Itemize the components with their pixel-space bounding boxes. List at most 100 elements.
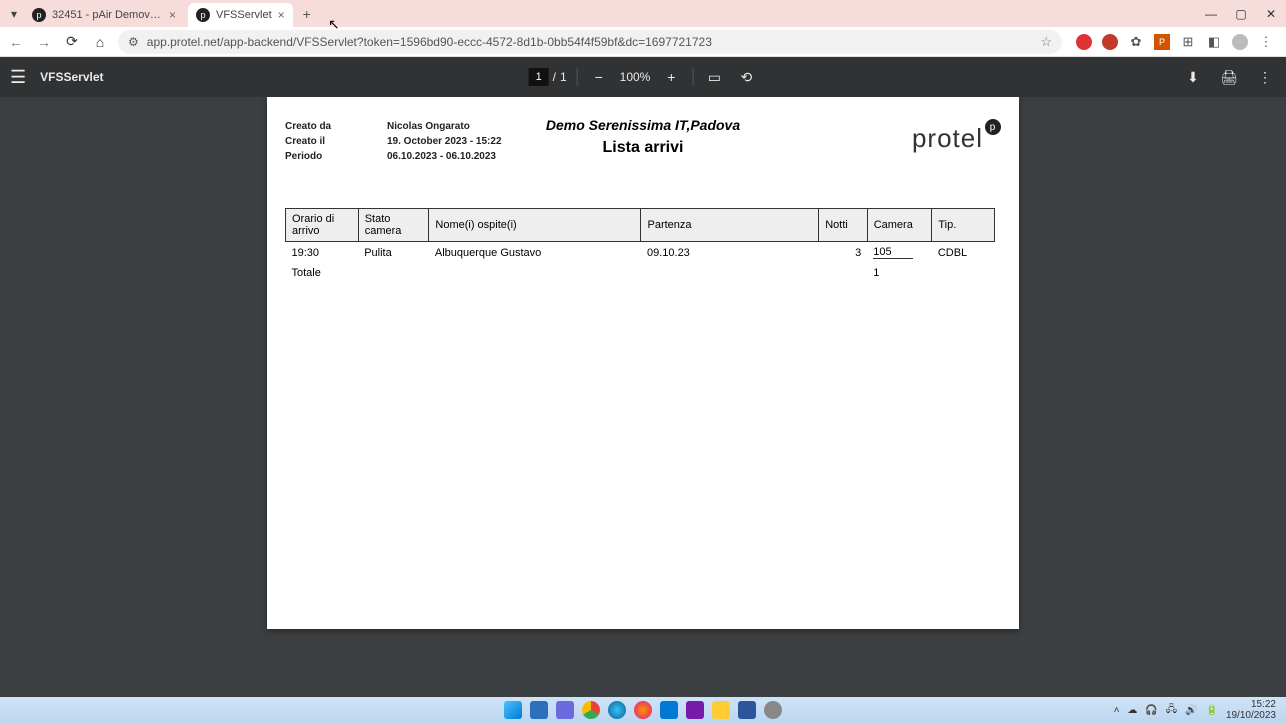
col-orario: Orario di arrivo [286, 209, 359, 242]
tray-date: 19/10/2023 [1226, 710, 1276, 721]
download-button[interactable]: ⬇ [1182, 66, 1204, 88]
taskbar-explorer-icon[interactable] [712, 701, 730, 719]
col-notti: Notti [819, 209, 867, 242]
logo-text: protel [912, 123, 983, 154]
extensions-button[interactable]: ⊞ [1180, 34, 1196, 50]
col-camera: Camera [867, 209, 932, 242]
close-icon[interactable]: × [169, 8, 176, 22]
cell-camera-value: 105 [873, 246, 913, 259]
zoom-value: 100% [620, 70, 651, 84]
meta-key: Creato il [285, 136, 387, 147]
tray-time: 15:22 [1226, 699, 1276, 710]
report-title: Lista arrivi [546, 139, 740, 157]
chrome-menu-button[interactable]: ⋮ [1258, 34, 1274, 50]
taskbar-app-icon[interactable] [556, 701, 574, 719]
taskbar-edge-icon[interactable] [608, 701, 626, 719]
tab-favicon: p [196, 8, 210, 22]
print-button[interactable]: 🖨 [1218, 66, 1240, 88]
more-actions-button[interactable]: ⋮ [1254, 66, 1276, 88]
cell-notti: 3 [819, 242, 867, 264]
reload-button[interactable]: ⟳ [62, 33, 82, 50]
tray-chevron-icon[interactable]: ˄ [1114, 705, 1120, 716]
close-window-button[interactable]: ✕ [1256, 0, 1286, 27]
system-tray: ˄ ☁ 🎧 🖧 🔊 🔋 15:22 19/10/2023 [1114, 699, 1286, 721]
taskbar-app-icon[interactable] [764, 701, 782, 719]
cell-partenza: 09.10.23 [641, 242, 819, 264]
table-row: 19:30 Pulita Albuquerque Gustavo 09.10.2… [286, 242, 995, 264]
bookmark-star-icon[interactable]: ☆ [1040, 34, 1052, 50]
windows-taskbar: ˄ ☁ 🎧 🖧 🔊 🔋 15:22 19/10/2023 [0, 697, 1286, 723]
extension-icon[interactable]: P [1154, 34, 1170, 50]
document-name: VFSServlet [40, 70, 103, 84]
separator [577, 68, 578, 86]
omnibox[interactable]: ⚙ ☆ [118, 30, 1062, 54]
pdf-viewer: ☰ VFSServlet / 1 − 100% + ▭ ⟲ ⬇ 🖨 ⋮ [0, 57, 1286, 697]
pdf-page: Creato da Nicolas Ongarato Creato il 19.… [267, 97, 1019, 629]
meta-value: 06.10.2023 - 06.10.2023 [387, 151, 496, 162]
new-tab-button[interactable]: + [297, 6, 317, 22]
window-controls: — ▢ ✕ [1196, 0, 1286, 27]
totale-label: Totale [286, 263, 359, 283]
taskbar-onenote-icon[interactable] [686, 701, 704, 719]
pdf-toolbar: ☰ VFSServlet / 1 − 100% + ▭ ⟲ ⬇ 🖨 ⋮ [0, 57, 1286, 97]
forward-button[interactable]: → [34, 34, 54, 50]
browser-tabstrip: ▾ p 32451 - pAir Demoversion Ser... × p … [0, 0, 1286, 27]
col-partenza: Partenza [641, 209, 819, 242]
fit-page-button[interactable]: ▭ [703, 66, 725, 88]
back-button[interactable]: ← [6, 34, 26, 50]
tab-favicon: p [32, 8, 46, 22]
zoom-in-button[interactable]: + [660, 66, 682, 88]
tray-icon[interactable]: 🎧 [1145, 705, 1157, 716]
cell-camera: 105 [867, 242, 932, 264]
close-icon[interactable]: × [278, 8, 285, 22]
pdf-stage[interactable]: Creato da Nicolas Ongarato Creato il 19.… [0, 97, 1286, 697]
zoom-out-button[interactable]: − [588, 66, 610, 88]
meta-key: Periodo [285, 151, 387, 162]
hamburger-icon[interactable]: ☰ [10, 67, 26, 88]
taskbar-chrome-icon[interactable] [582, 701, 600, 719]
taskbar-apps [504, 701, 782, 719]
cell-stato: Pulita [358, 242, 429, 264]
col-tip: Tip. [932, 209, 995, 242]
tray-network-icon[interactable]: 🖧 [1166, 702, 1177, 719]
minimize-button[interactable]: — [1196, 0, 1226, 27]
taskbar-app-icon[interactable] [530, 701, 548, 719]
cell-orario: 19:30 [286, 242, 359, 264]
tab-1[interactable]: p 32451 - pAir Demoversion Ser... × [24, 3, 184, 27]
totale-camera: 1 [867, 263, 932, 283]
extension-icon[interactable] [1076, 34, 1092, 50]
table-total-row: Totale 1 [286, 263, 995, 283]
cell-tip: CDBL [932, 242, 995, 264]
tray-volume-icon[interactable]: 🔊 [1185, 705, 1197, 716]
page-indicator: / 1 [529, 68, 567, 86]
tray-icon[interactable]: ☁ [1127, 705, 1137, 716]
meta-value: 19. October 2023 - 15:22 [387, 136, 502, 147]
site-info-icon[interactable]: ⚙ [128, 35, 139, 49]
tab-title: 32451 - pAir Demoversion Ser... [52, 9, 163, 21]
extension-icon[interactable] [1102, 34, 1118, 50]
extension-icon[interactable]: ✿ [1128, 34, 1144, 50]
page-current-input[interactable] [529, 68, 549, 86]
meta-key: Creato da [285, 121, 387, 132]
taskbar-firefox-icon[interactable] [634, 701, 652, 719]
protel-logo: protel p [912, 123, 1001, 154]
tabs-menu-button[interactable]: ▾ [4, 7, 24, 21]
home-button[interactable]: ⌂ [90, 34, 110, 50]
taskbar-outlook-icon[interactable] [660, 701, 678, 719]
address-bar: ← → ⟳ ⌂ ⚙ ☆ ✿ P ⊞ ◧ ⋮ [0, 27, 1286, 57]
col-nome: Nome(i) ospite(i) [429, 209, 641, 242]
tray-battery-icon[interactable]: 🔋 [1205, 705, 1217, 716]
tray-clock[interactable]: 15:22 19/10/2023 [1226, 699, 1276, 721]
start-button[interactable] [504, 701, 522, 719]
maximize-button[interactable]: ▢ [1226, 0, 1256, 27]
company-name: Demo Serenissima IT,Padova [546, 117, 740, 133]
profile-avatar[interactable] [1232, 34, 1248, 50]
arrivals-table: Orario di arrivo Stato camera Nome(i) os… [285, 208, 995, 283]
logo-dot-icon: p [985, 119, 1001, 135]
taskbar-word-icon[interactable] [738, 701, 756, 719]
rotate-button[interactable]: ⟲ [735, 66, 757, 88]
report-header: Demo Serenissima IT,Padova Lista arrivi [546, 117, 740, 157]
tab-2[interactable]: p VFSServlet × [188, 3, 293, 27]
sidepanel-icon[interactable]: ◧ [1206, 34, 1222, 50]
url-input[interactable] [147, 35, 1033, 49]
